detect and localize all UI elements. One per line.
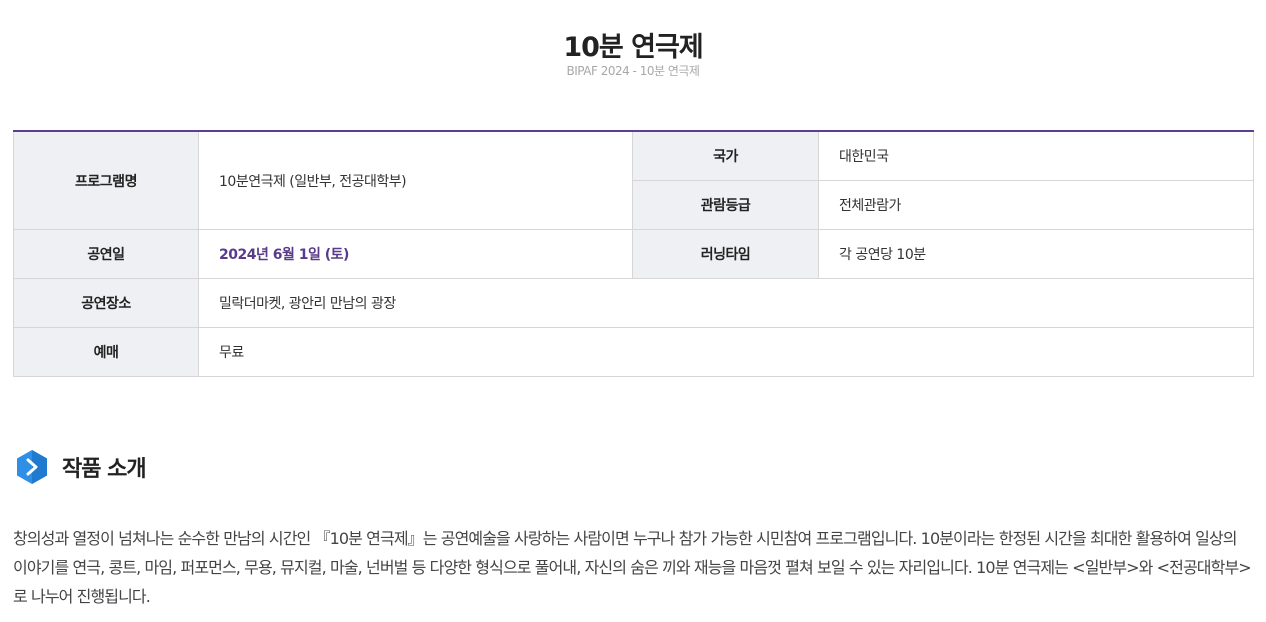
venue-value: 밀락더마켓, 광안리 만남의 광장: [198, 278, 1254, 328]
page-subtitle: BIPAF 2024 - 10분 연극제: [566, 64, 700, 78]
rating-value: 전체관람가: [818, 180, 1254, 230]
ticketing-label: 예매: [13, 327, 199, 377]
program-info-table: 프로그램명 10분연극제 (일반부, 전공대학부) 국가 대한민국 관람등급 전…: [13, 130, 1254, 377]
running-time-label: 러닝타임: [632, 229, 819, 279]
performance-date-value: 2024년 6월 1일 (토): [198, 229, 633, 279]
table-row: 프로그램명 10분연극제 (일반부, 전공대학부) 국가 대한민국: [13, 131, 1254, 230]
ticketing-value: 무료: [198, 327, 1254, 377]
venue-label: 공연장소: [13, 278, 199, 328]
running-time-value: 각 공연당 10분: [818, 229, 1254, 279]
table-row: 공연장소 밀락더마켓, 광안리 만남의 광장: [13, 278, 1254, 328]
section-heading: 작품 소개: [15, 449, 147, 485]
section-title: 작품 소개: [62, 457, 147, 482]
country-label: 국가: [632, 131, 819, 181]
rating-label: 관람등급: [632, 180, 819, 230]
introduction-text: 창의성과 열정이 넘쳐나는 순수한 만남의 시간인 『10분 연극제』는 공연예…: [13, 529, 1252, 606]
program-name-label: 프로그램명: [13, 131, 199, 230]
page-title: 10분 연극제: [563, 32, 703, 64]
performance-date-label: 공연일: [13, 229, 199, 279]
country-value: 대한민국: [818, 131, 1254, 181]
hexagon-chevron-icon: [17, 450, 47, 484]
table-row: 공연일 2024년 6월 1일 (토) 러닝타임 각 공연당 10분: [13, 229, 1254, 279]
table-row: 예매 무료: [13, 327, 1254, 377]
program-name-value: 10분연극제 (일반부, 전공대학부): [198, 131, 633, 230]
